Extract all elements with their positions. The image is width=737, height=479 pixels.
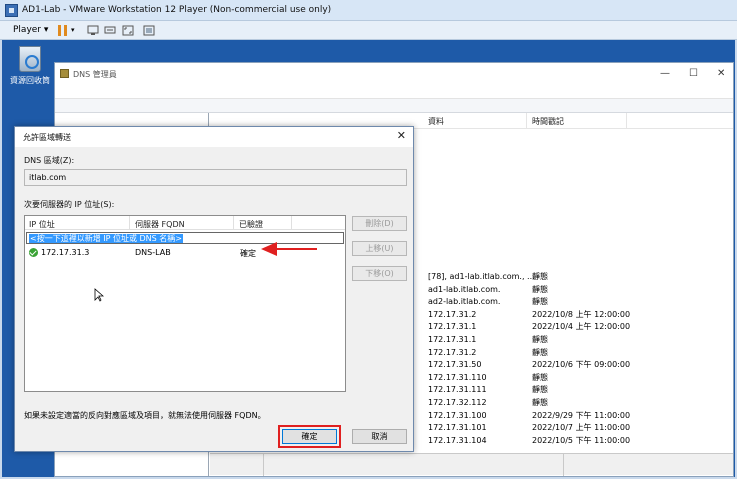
grid-header: IP 位址 伺服器 FQDN 已驗證 <box>25 216 345 230</box>
recycle-bin[interactable]: 資源回收筒 <box>10 46 50 85</box>
zone-name-field: itlab.com <box>24 169 407 186</box>
fullscreen-icon[interactable] <box>121 24 135 37</box>
column-timestamp-header[interactable]: 時間戳記 <box>532 116 564 127</box>
column-validated-header[interactable]: 已驗證 <box>239 219 263 230</box>
server-fqdn: DNS-LAB <box>135 248 171 257</box>
record-timestamp: 靜態 <box>532 385 548 395</box>
record-data: 172.17.31.101 <box>428 423 487 433</box>
dns-manager-menubar <box>55 85 733 99</box>
minimize-icon[interactable]: — <box>660 69 670 79</box>
move-down-button[interactable]: 下移(O) <box>352 266 407 281</box>
column-ip-header[interactable]: IP 位址 <box>29 219 55 230</box>
record-data: 172.17.31.1 <box>428 322 477 332</box>
dns-manager-titlebar: DNS 管理員 — ☐ ✕ <box>55 63 733 85</box>
pause-dropdown-icon[interactable]: ▾ <box>71 24 75 37</box>
record-data: ad1-lab.itlab.com. <box>428 284 501 294</box>
record-timestamp: 靜態 <box>532 284 548 294</box>
record-timestamp: 靜態 <box>532 398 548 407</box>
record-data: [78], ad1-lab.itlab.com., ... <box>428 272 535 281</box>
record-timestamp: 靜態 <box>532 272 548 281</box>
record-timestamp: 靜態 <box>532 347 548 357</box>
player-menu[interactable]: Player ▾ <box>13 24 48 37</box>
record-timestamp: 2022/10/4 上午 12:00:00 <box>532 322 631 332</box>
record-data: 172.17.31.110 <box>428 372 487 382</box>
pause-icon[interactable] <box>56 24 70 37</box>
zone-label: DNS 區域(Z): <box>24 156 75 165</box>
unity-icon[interactable] <box>142 24 156 37</box>
removable-devices-icon[interactable] <box>103 24 117 37</box>
dns-manager-title: DNS 管理員 <box>73 70 117 79</box>
vm-toolbar: Player ▾ ▾ <box>0 21 737 40</box>
record-data: 172.17.31.2 <box>428 347 477 357</box>
record-data: 172.17.31.104 <box>428 435 487 445</box>
close-icon[interactable]: ✕ <box>717 69 725 79</box>
secondary-servers-label: 次要伺服器的 IP 位址(S): <box>24 200 115 209</box>
vm-window-title: AD1-Lab - VMware Workstation 12 Player (… <box>22 5 332 15</box>
player-menu-label: Player <box>13 25 42 35</box>
record-timestamp: 靜態 <box>532 372 548 382</box>
record-data: 172.17.31.100 <box>428 410 487 420</box>
recycle-bin-icon <box>19 46 41 72</box>
record-timestamp: 2022/10/8 上午 12:00:00 <box>532 309 631 319</box>
dns-manager-toolbar <box>55 99 733 113</box>
zone-transfer-dialog: 允許區域轉送 ✕ DNS 區域(Z): itlab.com 次要伺服器的 IP … <box>14 126 414 452</box>
vm-titlebar: AD1-Lab - VMware Workstation 12 Player (… <box>0 0 737 21</box>
recycle-bin-label: 資源回收筒 <box>10 76 50 85</box>
record-timestamp: 2022/10/7 上午 11:00:00 <box>532 423 631 433</box>
fqdn-footnote: 如果未設定適當的反向對應區域及項目，就無法使用伺服器 FQDN。 <box>24 411 266 420</box>
move-up-button[interactable]: 上移(U) <box>352 241 407 256</box>
column-fqdn-header[interactable]: 伺服器 FQDN <box>135 219 185 230</box>
record-timestamp: 靜態 <box>532 297 548 307</box>
maximize-icon[interactable]: ☐ <box>689 69 698 79</box>
ok-button[interactable]: 確定 <box>282 429 337 444</box>
cancel-button[interactable]: 取消 <box>352 429 407 444</box>
annotation-arrow-icon <box>261 242 317 256</box>
close-icon[interactable]: ✕ <box>397 130 406 142</box>
column-data-header[interactable]: 資料 <box>428 116 444 127</box>
dialog-title: 允許區域轉送 <box>23 133 71 142</box>
vmware-logo-icon <box>5 4 18 17</box>
send-ctrl-alt-del-icon[interactable] <box>86 24 100 37</box>
dialog-titlebar: 允許區域轉送 ✕ <box>15 127 413 147</box>
record-data: 172.17.31.50 <box>428 360 482 370</box>
record-timestamp: 2022/9/29 下午 11:00:00 <box>532 410 631 420</box>
server-validated-status: 確定 <box>240 249 256 258</box>
validated-check-icon <box>29 248 38 257</box>
record-data: 172.17.31.111 <box>428 385 487 395</box>
record-data: 172.17.31.1 <box>428 335 477 344</box>
record-data: 172.17.32.112 <box>428 398 487 407</box>
delete-button[interactable]: 刪除(D) <box>352 216 407 231</box>
server-ip: 172.17.31.3 <box>41 248 90 257</box>
guest-desktop: 資源回收筒 DNS 管理員 — ☐ ✕ 資料 時間戳記 [78], ad1-la… <box>2 40 735 477</box>
list-status-bar <box>210 453 733 476</box>
record-data: 172.17.31.2 <box>428 309 477 319</box>
dns-manager-icon <box>60 69 69 78</box>
record-timestamp: 靜態 <box>532 335 548 344</box>
chevron-down-icon: ▾ <box>43 25 49 35</box>
record-timestamp: 2022/10/6 下午 09:00:00 <box>532 360 631 370</box>
record-timestamp: 2022/10/5 下午 11:00:00 <box>532 435 631 445</box>
add-server-placeholder[interactable]: <按一下這裡以新增 IP 位址或 DNS 名稱> <box>29 234 183 243</box>
record-data: ad2-lab.itlab.com. <box>428 297 501 307</box>
mouse-cursor-icon <box>94 288 104 302</box>
